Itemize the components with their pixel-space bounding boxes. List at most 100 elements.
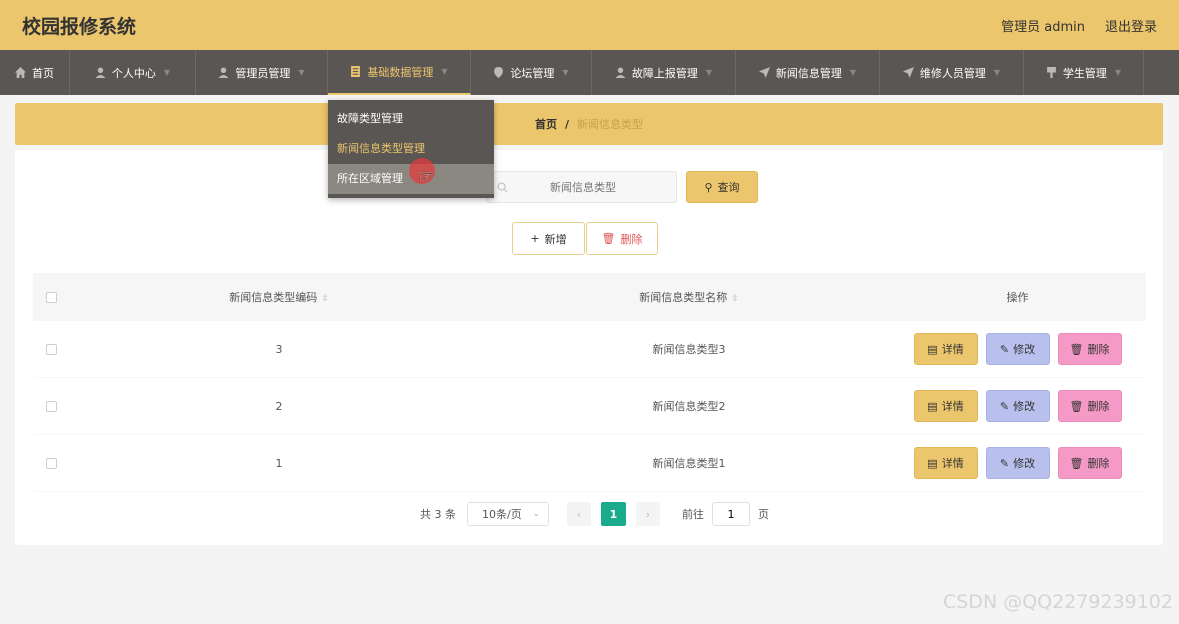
- trash-icon: 🗑: [1069, 399, 1084, 413]
- nav-label: 管理员管理: [235, 66, 291, 80]
- add-button[interactable]: + 新增: [512, 222, 585, 255]
- cell-code: 2: [275, 399, 283, 413]
- nav-item-admin-management[interactable]: 管理员管理 ▼: [196, 50, 328, 95]
- search-input[interactable]: [508, 180, 658, 194]
- next-page-button[interactable]: ›: [636, 502, 660, 526]
- detail-button[interactable]: ▤ 详情: [913, 333, 978, 365]
- chevron-right-icon: ›: [645, 507, 651, 521]
- home-icon: [15, 67, 26, 78]
- pencil-icon: ✎: [999, 456, 1010, 470]
- nav-label: 故障上报管理: [631, 66, 698, 80]
- cell-name: 新闻信息类型3: [652, 343, 726, 356]
- column-label: 新闻信息类型编码: [229, 291, 318, 304]
- column-label: 新闻信息类型名称: [639, 291, 728, 304]
- edit-label: 修改: [1013, 400, 1036, 413]
- detail-label: 详情: [941, 400, 964, 413]
- document-icon: ▤: [927, 456, 938, 470]
- logout-link[interactable]: 退出登录: [1105, 16, 1157, 35]
- table-row: 3 新闻信息类型3 ▤ 详情 ✎ 修改 🗑 删除: [33, 321, 1146, 378]
- edit-button[interactable]: ✎ 修改: [985, 390, 1050, 422]
- detail-button[interactable]: ▤ 详情: [913, 447, 978, 479]
- chevron-down-icon: ▼: [441, 67, 448, 76]
- menu-item-news-type[interactable]: 新闻信息类型管理: [328, 134, 494, 164]
- nav-item-news-management[interactable]: 新闻信息管理 ▼: [736, 50, 880, 95]
- prev-page-button[interactable]: ‹: [567, 502, 591, 526]
- user-icon: [218, 67, 229, 78]
- row-checkbox[interactable]: [45, 457, 57, 469]
- flag-icon: [1047, 67, 1056, 78]
- app-title: 校园报修系统: [22, 15, 137, 38]
- sort-icon: ⇳: [321, 294, 329, 304]
- send-icon: [902, 67, 914, 78]
- top-nav: 首页 个人中心 ▼ 管理员管理 ▼ 基础数据管理 ▼ 论坛管理 ▼ 故障上报管理 ▼ 新闻…: [0, 50, 1179, 95]
- delete-button[interactable]: 🗑 删除: [1057, 333, 1122, 365]
- chevron-down-icon: ▼: [705, 68, 713, 77]
- nav-item-student-management[interactable]: 学生管理 ▼: [1024, 50, 1144, 95]
- user-icon: [615, 67, 626, 78]
- nav-label: 个人中心: [111, 66, 156, 80]
- chevron-down-icon: ⌄: [532, 509, 540, 519]
- delete-label: 删除: [1087, 343, 1110, 356]
- nav-item-repair-staff-management[interactable]: 维修人员管理 ▼: [880, 50, 1024, 95]
- batch-delete-button[interactable]: 🗑 删除: [586, 222, 658, 255]
- nav-label: 新闻信息管理: [775, 66, 842, 80]
- nav-item-fault-report-management[interactable]: 故障上报管理 ▼: [592, 50, 736, 95]
- search-icon: [497, 182, 508, 192]
- trash-icon: 🗑: [601, 232, 616, 245]
- detail-button[interactable]: ▤ 详情: [913, 390, 978, 422]
- nav-item-forum-management[interactable]: 论坛管理 ▼: [471, 50, 592, 95]
- nav-label: 维修人员管理: [919, 66, 986, 80]
- table-row: 2 新闻信息类型2 ▤ 详情 ✎ 修改 🗑 删除: [33, 378, 1146, 435]
- row-checkbox[interactable]: [45, 400, 57, 412]
- delete-button-label: 删除: [620, 232, 643, 246]
- cell-code: 1: [275, 456, 283, 470]
- table-header: 新闻信息类型编码 ⇳ 新闻信息类型名称 ⇳ 操作: [33, 273, 1146, 321]
- delete-button[interactable]: 🗑 删除: [1057, 447, 1122, 479]
- nav-label: 学生管理: [1062, 66, 1107, 80]
- goto-label: 前往: [682, 508, 704, 521]
- nav-item-home[interactable]: 首页: [0, 50, 70, 95]
- user-icon: [95, 67, 106, 78]
- breadcrumb-current: 新闻信息类型: [577, 118, 644, 131]
- chevron-down-icon: ▼: [163, 68, 171, 77]
- send-icon: [758, 67, 770, 78]
- table-row: 1 新闻信息类型1 ▤ 详情 ✎ 修改 🗑 删除: [33, 435, 1146, 492]
- sort-icon: ⇳: [731, 294, 739, 304]
- page-number-current[interactable]: 1: [601, 502, 626, 526]
- cell-name: 新闻信息类型2: [652, 400, 726, 413]
- column-header-code[interactable]: 新闻信息类型编码 ⇳: [69, 289, 489, 305]
- cell-name: 新闻信息类型1: [652, 457, 726, 470]
- edit-button[interactable]: ✎ 修改: [985, 447, 1050, 479]
- nav-item-base-data-management[interactable]: 基础数据管理 ▼: [328, 50, 471, 95]
- select-all-checkbox[interactable]: [45, 291, 57, 303]
- header-user-area: 管理员 admin 退出登录: [1001, 16, 1157, 35]
- page-size-select[interactable]: 10条/页 ⌄: [467, 502, 549, 526]
- nav-item-personal-center[interactable]: 个人中心 ▼: [70, 50, 196, 95]
- add-button-label: 新增: [544, 232, 567, 246]
- edit-label: 修改: [1013, 343, 1036, 356]
- page-size-value: 10条/页: [482, 508, 522, 521]
- detail-label: 详情: [941, 457, 964, 470]
- pencil-icon: ✎: [999, 399, 1010, 413]
- edit-button[interactable]: ✎ 修改: [985, 333, 1050, 365]
- breadcrumb: 首页 / 新闻信息类型: [15, 103, 1163, 145]
- chevron-down-icon: ▼: [298, 68, 305, 77]
- goto-suffix: 页: [758, 508, 769, 521]
- column-header-name[interactable]: 新闻信息类型名称 ⇳: [489, 289, 889, 305]
- breadcrumb-home[interactable]: 首页: [535, 116, 557, 132]
- goto-page-input[interactable]: [712, 502, 750, 526]
- pagination: 共 3 条 10条/页 ⌄ ‹ 1 › 前往 页: [420, 502, 769, 526]
- delete-label: 删除: [1087, 457, 1110, 470]
- menu-item-fault-type[interactable]: 故障类型管理: [328, 104, 494, 134]
- delete-button[interactable]: 🗑 删除: [1057, 390, 1122, 422]
- detail-label: 详情: [941, 343, 964, 356]
- search-button[interactable]: ⚲ 查询: [686, 171, 758, 203]
- pencil-icon: ✎: [999, 342, 1010, 356]
- plus-icon: +: [530, 232, 540, 245]
- row-checkbox[interactable]: [45, 343, 57, 355]
- data-table: 新闻信息类型编码 ⇳ 新闻信息类型名称 ⇳ 操作 3 新闻信息类型3 ▤ 详情 ✎ 修改…: [33, 273, 1146, 492]
- trash-icon: 🗑: [1069, 456, 1084, 470]
- search-field[interactable]: [486, 171, 677, 203]
- app-header: 校园报修系统 管理员 admin 退出登录: [0, 0, 1179, 50]
- nav-label: 基础数据管理: [367, 65, 434, 79]
